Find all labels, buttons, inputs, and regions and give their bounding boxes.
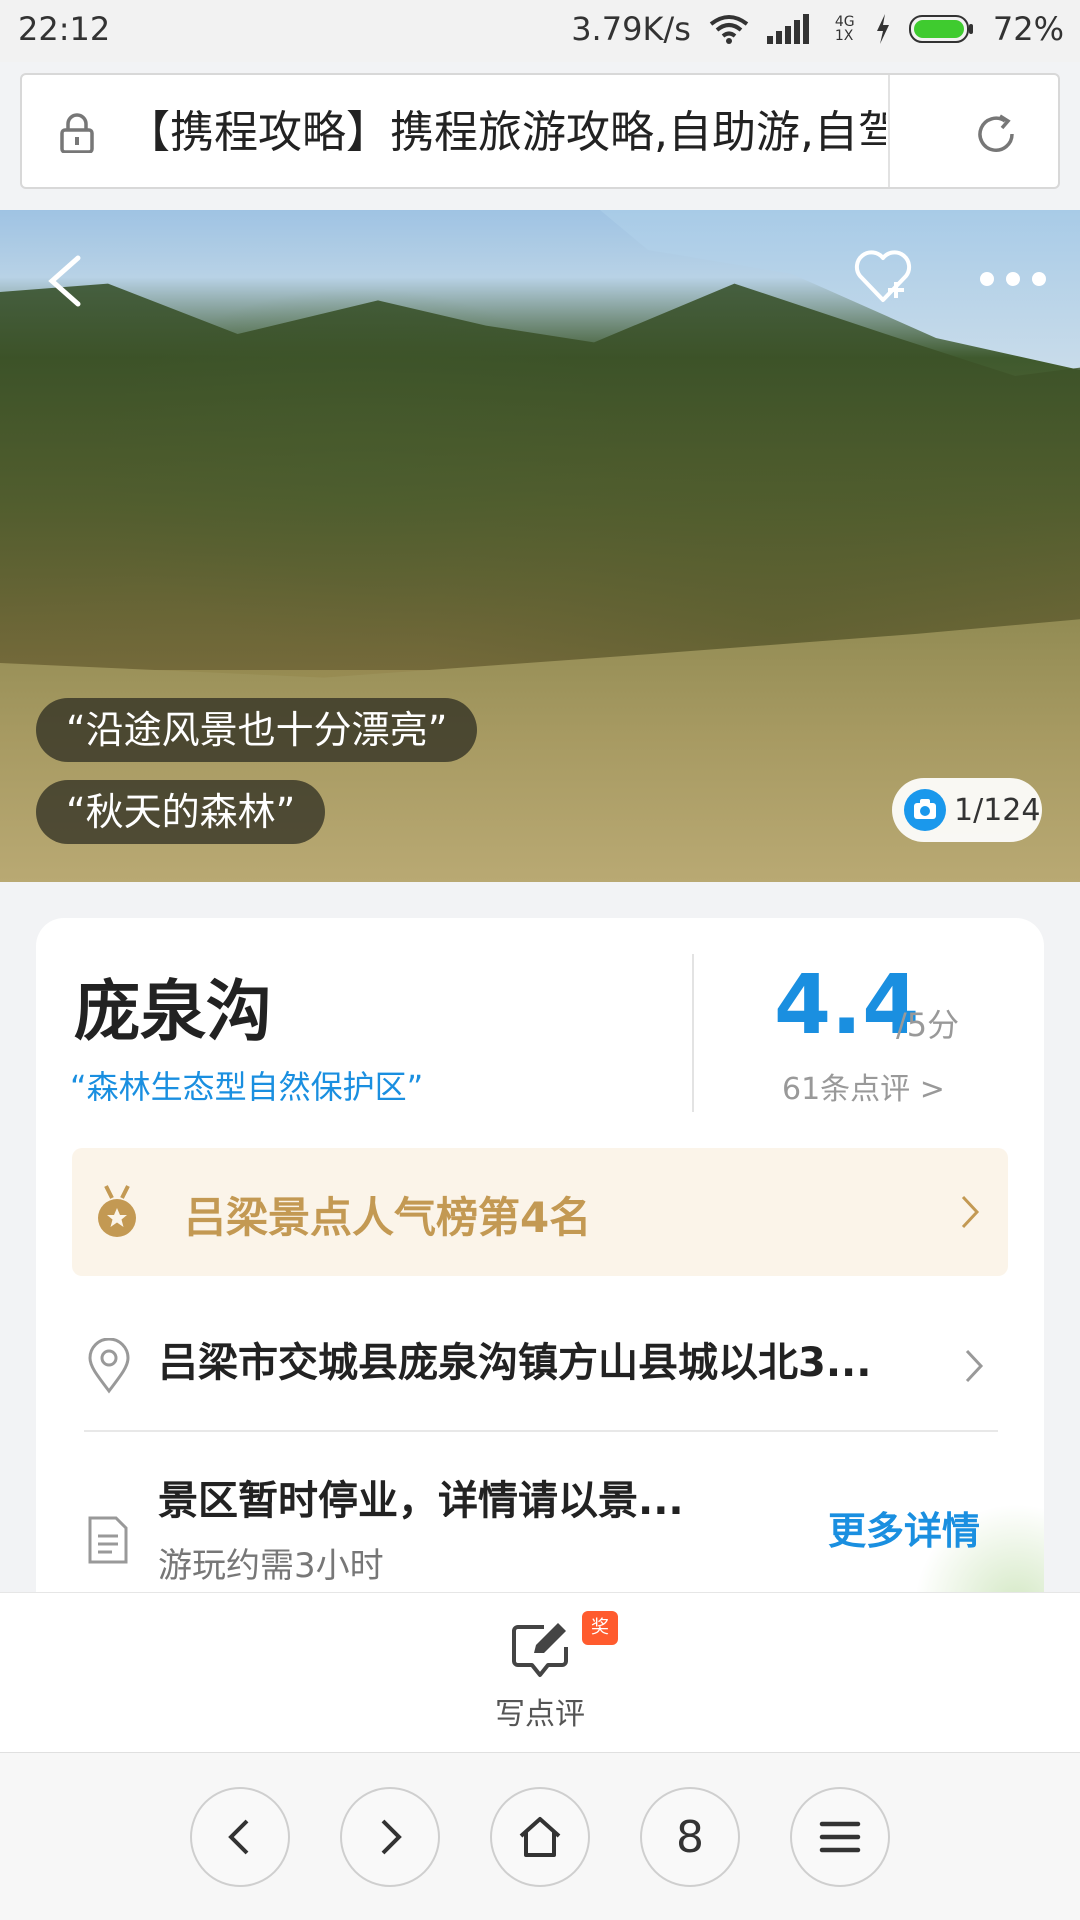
url-bar[interactable]: 【携程攻略】携程旅游攻略,自助游,自驾 bbox=[20, 73, 1060, 189]
status-time: 22:12 bbox=[18, 10, 111, 48]
photo-count: 1/124 bbox=[954, 792, 1041, 828]
back-icon[interactable] bbox=[44, 254, 84, 308]
url-text[interactable]: 【携程攻略】携程旅游攻略,自助游,自驾 bbox=[126, 103, 886, 163]
chevron-right-icon bbox=[381, 1819, 402, 1855]
lock-icon bbox=[60, 113, 94, 153]
medal-icon bbox=[98, 1185, 136, 1237]
attraction-card: 庞泉沟 “森林生态型自然保护区” 4.4 /5分 61条点评 > 吕梁景点人气榜… bbox=[36, 918, 1044, 1638]
home-icon bbox=[519, 1817, 561, 1857]
battery-level: 72% bbox=[992, 10, 1064, 48]
signal-icon bbox=[766, 14, 809, 44]
wifi-icon bbox=[709, 15, 749, 44]
duration-text: 游玩约需3小时 bbox=[158, 1546, 384, 1586]
network-type: 4G 1X bbox=[834, 14, 855, 44]
battery-icon bbox=[908, 15, 973, 43]
quote-pill-1: “沿途风景也十分漂亮” bbox=[36, 698, 478, 762]
nav-forward-button[interactable] bbox=[340, 1787, 440, 1887]
favorite-heart-icon[interactable] bbox=[852, 246, 914, 306]
chevron-right-icon bbox=[965, 1349, 984, 1383]
vertical-divider bbox=[692, 954, 694, 1112]
location-pin-icon bbox=[88, 1338, 130, 1394]
chevron-left-icon bbox=[228, 1819, 249, 1855]
ranking-banner[interactable]: 吕梁景点人气榜第4名 bbox=[72, 1148, 1008, 1276]
row-divider bbox=[84, 1430, 998, 1432]
charging-icon bbox=[876, 14, 889, 44]
document-icon bbox=[88, 1516, 128, 1564]
write-review-icon[interactable] bbox=[510, 1621, 570, 1679]
chevron-right-icon bbox=[961, 1195, 980, 1229]
hero-photo[interactable]: “沿途风景也十分漂亮” “秋天的森林” 1/124 bbox=[0, 210, 1080, 882]
address-row[interactable]: 吕梁市交城县庞泉沟镇方山县城以北3... bbox=[36, 1302, 1044, 1412]
browser-nav-bar: 8 bbox=[0, 1752, 1080, 1920]
tabs-count: 8 bbox=[676, 1811, 704, 1863]
rating-unit: /5分 bbox=[896, 1006, 960, 1044]
reviews-link[interactable]: 61条点评 > bbox=[782, 1064, 945, 1108]
more-icon[interactable] bbox=[978, 270, 1048, 288]
nav-menu-button[interactable] bbox=[790, 1787, 890, 1887]
status-bar: 22:12 3.79K/s 4G 1X 72% bbox=[0, 0, 1080, 62]
more-details-link[interactable]: 更多详情 bbox=[828, 1500, 980, 1555]
nav-tabs-button[interactable]: 8 bbox=[640, 1787, 740, 1887]
camera-icon bbox=[904, 789, 946, 831]
write-review-label: 写点评 bbox=[495, 1697, 585, 1732]
attraction-subtitle: “森林生态型自然保护区” bbox=[70, 1068, 424, 1106]
network-speed: 3.79K/s bbox=[571, 10, 691, 48]
nav-back-button[interactable] bbox=[190, 1787, 290, 1887]
address-text: 吕梁市交城县庞泉沟镇方山县城以北3... bbox=[158, 1340, 872, 1386]
nav-home-button[interactable] bbox=[490, 1787, 590, 1887]
ranking-text: 吕梁景点人气榜第4名 bbox=[184, 1193, 592, 1242]
url-divider bbox=[888, 75, 890, 187]
menu-icon bbox=[819, 1821, 861, 1853]
reload-icon[interactable] bbox=[972, 110, 1020, 158]
status-right: 3.79K/s 4G 1X 72% bbox=[571, 10, 1064, 48]
photo-count-badge[interactable]: 1/124 bbox=[892, 778, 1042, 842]
status-text: 景区暂时停业，详情请以景... bbox=[158, 1478, 684, 1524]
write-review-bar[interactable]: 奖 写点评 bbox=[0, 1592, 1080, 1752]
attraction-title: 庞泉沟 bbox=[74, 973, 272, 1050]
reward-badge: 奖 bbox=[582, 1611, 618, 1645]
quote-pill-2: “秋天的森林” bbox=[36, 780, 326, 844]
